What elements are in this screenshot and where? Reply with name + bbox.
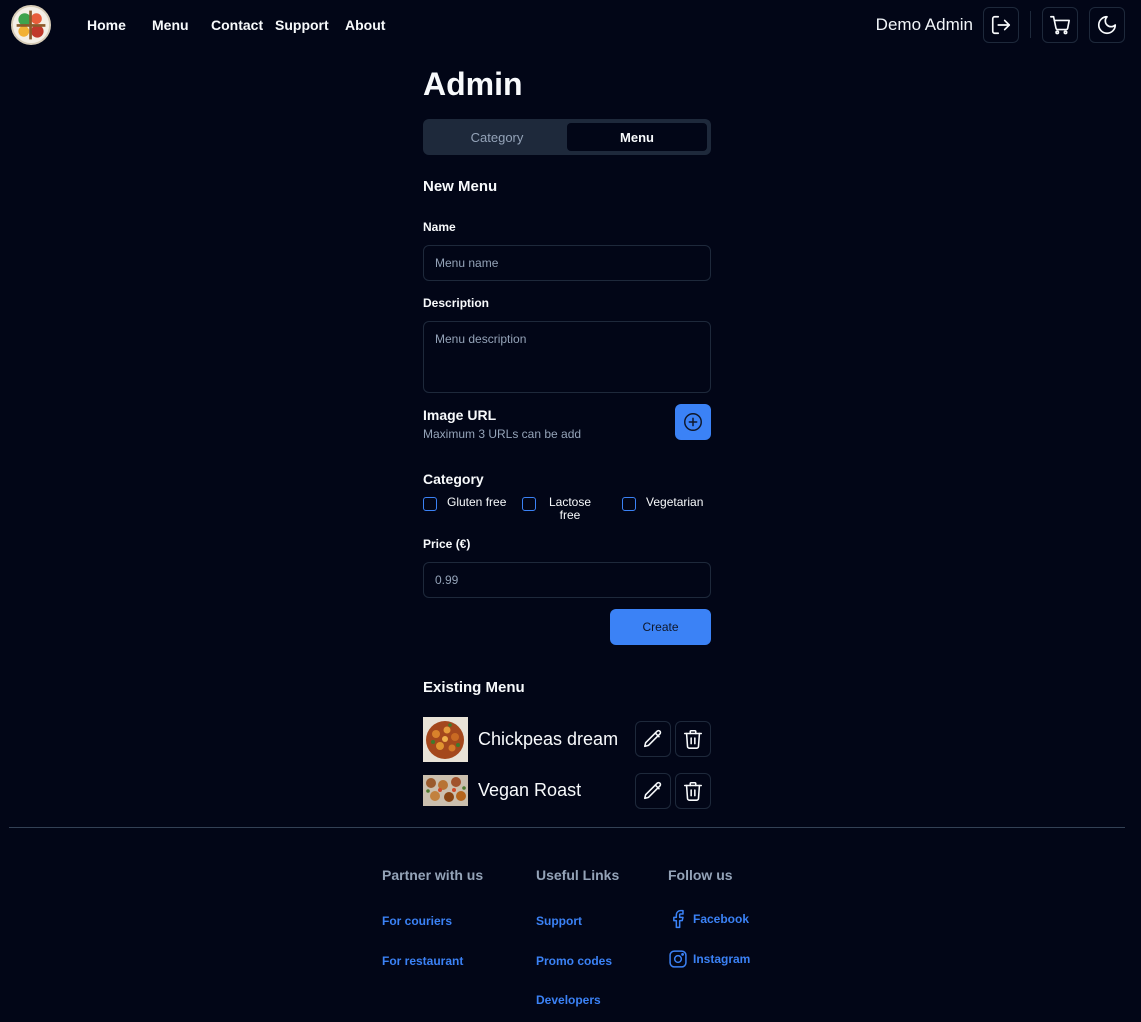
checkbox-label: Gluten free bbox=[447, 495, 507, 509]
footer-heading-follow: Follow us bbox=[668, 867, 733, 883]
price-placeholder: 0.99 bbox=[435, 573, 459, 587]
create-button[interactable]: Create bbox=[610, 609, 711, 645]
trash-icon bbox=[683, 781, 703, 801]
moon-icon bbox=[1097, 15, 1117, 35]
trash-icon bbox=[683, 729, 703, 749]
nav-home[interactable]: Home bbox=[87, 17, 126, 33]
menu-list-item: Chickpeas dream bbox=[423, 717, 711, 762]
menu-item-name: Chickpeas dream bbox=[478, 729, 619, 749]
theme-toggle-button[interactable] bbox=[1089, 7, 1125, 43]
menu-name-placeholder: Menu name bbox=[435, 256, 499, 270]
existing-menu-title: Existing Menu bbox=[423, 679, 525, 696]
nav-contact[interactable]: Contact bbox=[211, 17, 263, 33]
footer-link-facebook[interactable]: Facebook bbox=[668, 909, 749, 929]
menu-name-input[interactable]: Menu name bbox=[423, 245, 711, 281]
cart-button[interactable] bbox=[1042, 7, 1078, 43]
top-navbar: Home Menu Contact Support About Demo Adm… bbox=[0, 0, 1141, 52]
image-url-label: Image URL bbox=[423, 407, 497, 423]
delete-menu-button[interactable] bbox=[675, 773, 711, 809]
price-label: Price (€) bbox=[423, 537, 471, 551]
name-label: Name bbox=[423, 220, 456, 234]
menu-item-name: Vegan Roast bbox=[478, 780, 582, 800]
footer-link-developers[interactable]: Developers bbox=[536, 993, 601, 1007]
checkbox-label: Vegetarian bbox=[646, 495, 704, 509]
footer-heading-useful: Useful Links bbox=[536, 867, 620, 883]
food-image-icon bbox=[423, 717, 468, 762]
cart-icon bbox=[1050, 15, 1070, 35]
tab-menu[interactable]: Menu bbox=[567, 123, 707, 151]
footer-link-support[interactable]: Support bbox=[536, 914, 582, 928]
nav-menu[interactable]: Menu bbox=[152, 17, 189, 33]
page-title: Admin bbox=[423, 66, 523, 102]
menu-thumbnail bbox=[423, 717, 468, 762]
footer-link-couriers[interactable]: For couriers bbox=[382, 914, 452, 928]
image-url-hint: Maximum 3 URLs can be add bbox=[423, 427, 582, 441]
checkbox-gluten-free[interactable]: Gluten free bbox=[423, 496, 506, 511]
checkbox-box[interactable] bbox=[622, 497, 636, 511]
category-label: Category bbox=[423, 471, 484, 487]
price-input[interactable]: 0.99 bbox=[423, 562, 711, 598]
logout-icon bbox=[991, 15, 1011, 35]
facebook-label: Facebook bbox=[693, 912, 750, 926]
add-image-url-button[interactable] bbox=[675, 404, 711, 440]
tab-category[interactable]: Category bbox=[427, 123, 567, 151]
admin-tabs: Category Menu bbox=[423, 119, 711, 155]
description-label: Description bbox=[423, 296, 490, 310]
nav-about[interactable]: About bbox=[345, 17, 385, 33]
app-logo[interactable] bbox=[11, 5, 51, 45]
plus-circle-icon bbox=[684, 413, 702, 431]
checkbox-label: Lactose free bbox=[548, 495, 592, 522]
header-divider bbox=[1030, 11, 1031, 38]
instagram-label: Instagram bbox=[693, 952, 751, 966]
nav-support[interactable]: Support bbox=[275, 17, 329, 33]
footer-link-promo[interactable]: Promo codes bbox=[536, 954, 612, 968]
food-image-icon bbox=[423, 775, 468, 806]
new-menu-title: New Menu bbox=[423, 178, 498, 195]
footer-divider bbox=[9, 827, 1125, 828]
facebook-icon bbox=[673, 909, 684, 929]
checkbox-vegetarian[interactable]: Vegetarian bbox=[622, 496, 703, 511]
instagram-icon bbox=[669, 950, 687, 968]
menu-thumbnail bbox=[423, 775, 468, 806]
footer-link-instagram[interactable]: Instagram bbox=[668, 949, 750, 969]
menu-description-textarea[interactable]: Menu description bbox=[423, 321, 711, 393]
checkbox-box[interactable] bbox=[423, 497, 437, 511]
checkbox-box[interactable] bbox=[522, 497, 536, 511]
footer-link-restaurant[interactable]: For restaurant bbox=[382, 954, 463, 968]
edit-menu-button[interactable] bbox=[635, 773, 671, 809]
menu-description-placeholder: Menu description bbox=[435, 332, 527, 346]
menu-list-item: Vegan Roast bbox=[423, 768, 711, 813]
logout-button[interactable] bbox=[983, 7, 1019, 43]
logo-icon bbox=[13, 7, 49, 43]
pencil-icon bbox=[643, 781, 662, 800]
delete-menu-button[interactable] bbox=[675, 721, 711, 757]
user-name: Demo Admin bbox=[875, 15, 973, 34]
pencil-icon bbox=[643, 729, 662, 748]
footer-heading-partner: Partner with us bbox=[382, 867, 484, 883]
edit-menu-button[interactable] bbox=[635, 721, 671, 757]
checkbox-lactose-free[interactable]: Lactose free bbox=[522, 496, 602, 522]
